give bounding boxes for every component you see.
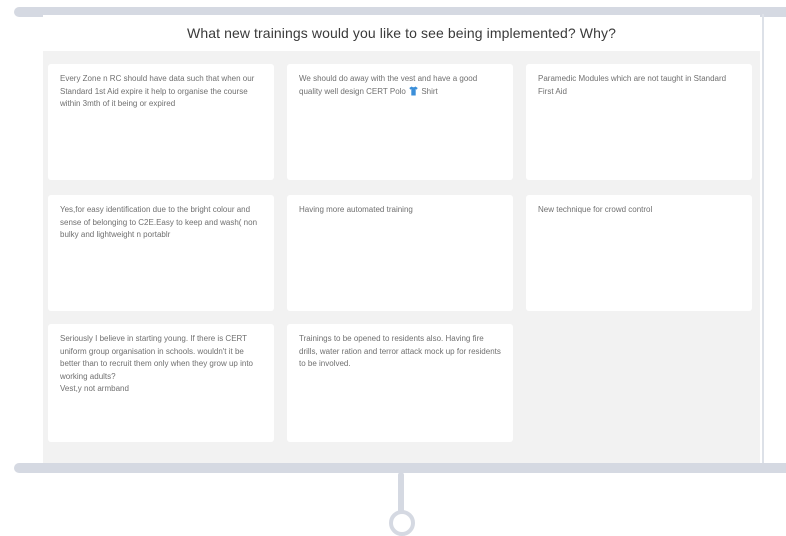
response-card-3[interactable]: Paramedic Modules which are not taught i… <box>526 64 752 180</box>
response-card-4[interactable]: Yes,for easy identification due to the b… <box>48 195 274 311</box>
response-text: Every Zone n RC should have data such th… <box>60 74 255 108</box>
response-text: Yes,for easy identification due to the b… <box>60 205 258 239</box>
response-text: New technique for crowd control <box>538 205 653 214</box>
response-card-1[interactable]: Every Zone n RC should have data such th… <box>48 64 274 180</box>
response-card-5[interactable]: Having more automated training <box>287 195 513 311</box>
response-text-line2: Vest,y not armband <box>60 384 129 393</box>
whiteboard-stage: What new trainings would you like to see… <box>0 0 786 536</box>
response-text-part: We should do away with the vest and have… <box>299 74 478 96</box>
response-text: We should do away with the vest and have… <box>299 73 502 100</box>
board-stand-ring <box>389 510 415 536</box>
board-right-edge <box>762 14 764 466</box>
response-text: Paramedic Modules which are not taught i… <box>538 74 727 96</box>
response-board: What new trainings would you like to see… <box>43 15 760 464</box>
shirt-icon <box>409 86 418 101</box>
board-title-bar: What new trainings would you like to see… <box>43 15 760 51</box>
response-card-6[interactable]: New technique for crowd control <box>526 195 752 311</box>
response-card-8[interactable]: Trainings to be opened to residents also… <box>287 324 513 442</box>
response-card-7[interactable]: Seriously I believe in starting young. I… <box>48 324 274 442</box>
board-title: What new trainings would you like to see… <box>187 25 616 41</box>
response-text: Seriously I believe in starting young. I… <box>60 334 253 381</box>
response-card-2[interactable]: We should do away with the vest and have… <box>287 64 513 180</box>
response-text-part: Shirt <box>419 86 438 96</box>
response-text: Having more automated training <box>299 205 413 214</box>
response-text: Trainings to be opened to residents also… <box>299 334 501 368</box>
